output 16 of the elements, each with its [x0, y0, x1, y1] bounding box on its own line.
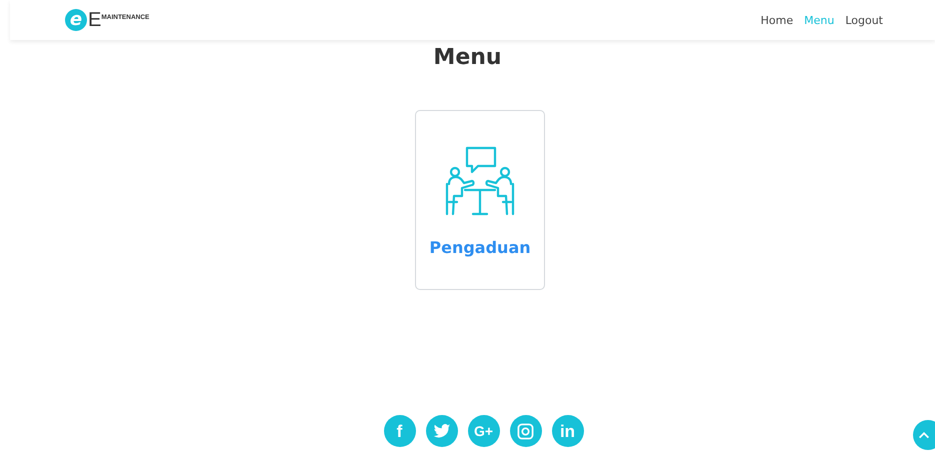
bird-icon — [432, 422, 450, 440]
scroll-top-button[interactable] — [913, 420, 935, 450]
social-button[interactable] — [510, 415, 542, 447]
social-button[interactable]: in — [552, 415, 584, 447]
meeting-icon — [445, 146, 515, 216]
camera-icon — [517, 422, 534, 440]
social-button[interactable] — [426, 415, 458, 447]
nav-link[interactable]: Logout — [845, 14, 883, 26]
logo-letter: e — [65, 9, 87, 31]
social-button[interactable]: f — [384, 415, 416, 447]
page-title: Menu — [432, 45, 503, 70]
nav-link[interactable]: Menu — [804, 14, 834, 26]
social-button[interactable]: G+ — [468, 415, 500, 447]
logo-initial: E — [88, 8, 102, 32]
nav-link[interactable]: Home — [760, 14, 794, 26]
menu-card[interactable]: Pengaduan — [415, 110, 545, 290]
